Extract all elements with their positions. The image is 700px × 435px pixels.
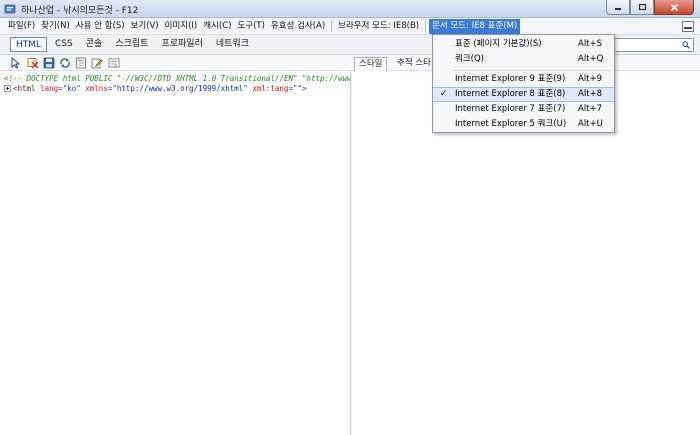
title-bar: 하나산업 - 낚시의모든것 - F12: [0, 0, 700, 18]
menu-disable[interactable]: 사용 안 함(S): [73, 19, 128, 34]
menu-validate[interactable]: 유효성 검사(A): [268, 19, 328, 34]
menu-item-label: Internet Explorer 5 쿼크(U): [455, 119, 567, 129]
menu-item-label: 표준 (페이지 기본값)(S): [455, 39, 542, 49]
search-icon[interactable]: [682, 41, 690, 49]
dom-tree-pane: <!-- DOCTYPE html PUBLIC "-//W3C//DTD XH…: [0, 71, 351, 435]
attr-lang-value: "ko": [62, 84, 81, 93]
menu-document-mode[interactable]: 문서 모드: IE8 표준(M): [429, 18, 521, 34]
cursor-arrow-icon[interactable]: [10, 57, 22, 69]
refresh-icon[interactable]: [59, 57, 71, 69]
tab-console[interactable]: 콘솔: [81, 37, 108, 52]
attr-xmlns: xmlns: [85, 84, 108, 93]
clear-highlight-icon[interactable]: [27, 57, 39, 69]
pin-window-icon[interactable]: [682, 21, 694, 32]
attr-xml-lang-value: "": [292, 84, 302, 93]
menu-file[interactable]: 파일(F): [5, 19, 38, 34]
tab-network[interactable]: 네트워크: [211, 37, 254, 52]
attr-xml-lang: xml:lang: [252, 84, 289, 93]
doctype-comment: <!-- DOCTYPE html PUBLIC "-//W3C//DTD XH…: [4, 74, 351, 83]
menu-item-shortcut: Alt+Q: [578, 54, 604, 64]
developer-tools-app-icon: [4, 4, 16, 14]
close-button[interactable]: [654, 0, 694, 15]
menu-bar: 파일(F) 찾기(N) 사용 안 함(S) 보기(V) 이미지(I) 캐시(C)…: [0, 18, 700, 35]
tab-script[interactable]: 스크립트: [110, 37, 153, 52]
menu-item-shortcut: Alt+8: [578, 89, 603, 99]
close-icon: [670, 3, 678, 11]
tab-style[interactable]: 스타일: [354, 57, 388, 71]
menu-item-shortcut: Alt+7: [578, 104, 603, 114]
tab-css[interactable]: CSS: [50, 37, 78, 52]
menu-item-ie9-standards[interactable]: Internet Explorer 9 표준(9) Alt+9: [433, 72, 614, 87]
tag-name: html: [17, 84, 36, 93]
edit-icon[interactable]: [91, 57, 103, 69]
window-title: 하나산업 - 낚시의모든것 - F12: [21, 6, 139, 16]
tag-close-bracket: >: [302, 84, 307, 93]
menu-item-shortcut: Alt+U: [578, 119, 603, 129]
restore-button[interactable]: [630, 0, 654, 15]
tab-html[interactable]: HTML: [10, 37, 48, 52]
menu-item-shortcut: Alt+S: [578, 39, 603, 49]
minimize-icon: [615, 8, 621, 10]
menu-separator: [425, 20, 427, 32]
menu-separator: [453, 70, 611, 71]
expand-node-icon[interactable]: [4, 85, 11, 92]
menu-item-quirks[interactable]: 쿼크(Q) Alt+Q: [433, 52, 614, 67]
word-wrap-icon[interactable]: [108, 57, 120, 69]
menu-separator: [331, 20, 333, 32]
tab-trace-styles[interactable]: 추적 스타: [393, 57, 435, 71]
menu-item-label: Internet Explorer 7 표준(7): [455, 104, 566, 114]
menu-view[interactable]: 보기(V): [128, 19, 162, 34]
menu-tools[interactable]: 도구(T): [234, 19, 267, 34]
document-mode-menu: 표준 (페이지 기본값)(S) Alt+S 쿼크(Q) Alt+Q Intern…: [432, 34, 615, 133]
attr-xmlns-value: "http://www.w3.org/1999/xhtml": [112, 84, 248, 93]
doctype-comment-line[interactable]: <!-- DOCTYPE html PUBLIC "-//W3C//DTD XH…: [4, 74, 351, 83]
html-node-line[interactable]: <html lang="ko" xmlns="http://www.w3.org…: [4, 84, 307, 93]
menu-item-label: Internet Explorer 8 표준(8): [455, 89, 566, 99]
menu-find[interactable]: 찾기(N): [38, 19, 73, 34]
menu-item-ie8-standards[interactable]: ✓ Internet Explorer 8 표준(8) Alt+8: [433, 87, 614, 102]
menu-images[interactable]: 이미지(I): [162, 19, 201, 34]
menu-item-ie5-quirks[interactable]: Internet Explorer 5 쿼크(U) Alt+U: [433, 117, 614, 132]
dom-tree-icon[interactable]: [75, 57, 87, 69]
minimize-button[interactable]: [606, 0, 630, 15]
attr-lang: lang: [40, 84, 59, 93]
menu-cache[interactable]: 캐시(C): [200, 19, 234, 34]
menu-item-ie7-standards[interactable]: Internet Explorer 7 표준(7) Alt+7: [433, 102, 614, 117]
checkmark-icon: ✓: [440, 89, 448, 99]
menu-item-standards-default[interactable]: 표준 (페이지 기본값)(S) Alt+S: [433, 37, 614, 52]
menu-browser-mode[interactable]: 브라우저 모드: IE8(B): [335, 19, 422, 34]
search-input[interactable]: [614, 38, 694, 52]
restore-icon: [638, 3, 646, 11]
menu-item-label: Internet Explorer 9 표준(9): [455, 74, 566, 84]
tab-profiler[interactable]: 프로파일러: [156, 37, 207, 52]
menu-item-shortcut: Alt+9: [578, 74, 603, 84]
window-controls: [606, 0, 694, 15]
menu-item-label: 쿼크(Q): [455, 54, 484, 64]
save-icon[interactable]: [43, 57, 55, 69]
